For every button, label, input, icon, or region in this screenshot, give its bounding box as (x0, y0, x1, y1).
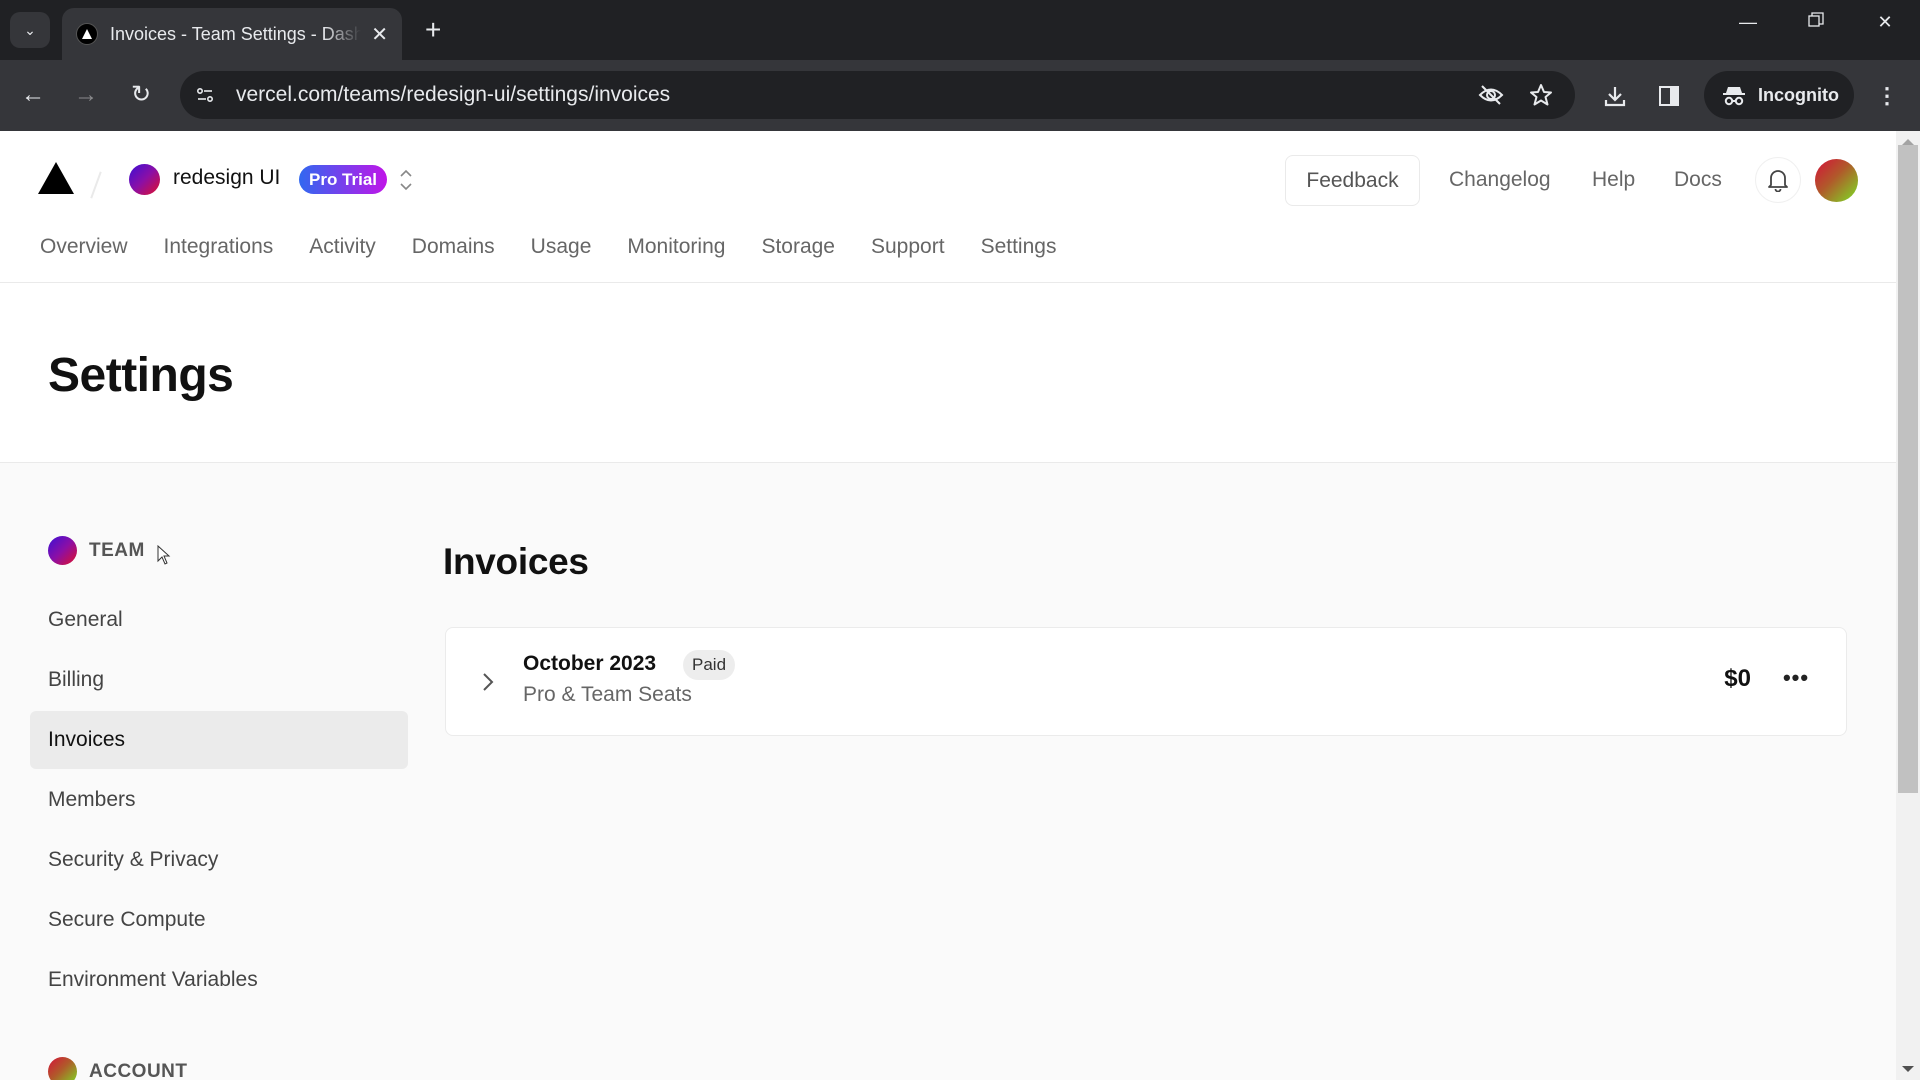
page-scrollbar[interactable] (1896, 131, 1920, 1080)
site-info-icon[interactable] (188, 78, 222, 112)
tab-integrations[interactable]: Integrations (164, 229, 274, 283)
page-title: Settings (48, 349, 234, 402)
tab-search-button[interactable]: ⌄ (10, 12, 50, 48)
tab-domains[interactable]: Domains (412, 229, 495, 283)
tab-support[interactable]: Support (871, 229, 945, 283)
sidebar-item-security-privacy[interactable]: Security & Privacy (30, 831, 408, 889)
more-options-icon[interactable]: ••• (1776, 658, 1816, 698)
title-band: Settings (0, 283, 1896, 463)
incognito-label: Incognito (1758, 84, 1839, 105)
tab-overview[interactable]: Overview (40, 229, 128, 283)
tab-settings[interactable]: Settings (981, 229, 1057, 283)
download-icon[interactable] (1598, 79, 1632, 113)
incognito-icon (1723, 87, 1745, 106)
browser-tab-strip: ⌄ Invoices - Team Settings - Dashboard ✕… (0, 0, 1920, 60)
restore-icon[interactable] (1796, 12, 1836, 33)
team-section-label: TEAM (89, 539, 145, 561)
invoice-row[interactable]: October 2023 Paid Pro & Team Seats $0 ••… (445, 627, 1847, 736)
chevron-right-icon[interactable] (478, 668, 498, 696)
team-avatar[interactable] (129, 164, 160, 195)
sidebar-item-billing[interactable]: Billing (30, 651, 408, 709)
sidebar-item-secure-compute[interactable]: Secure Compute (30, 891, 408, 949)
bookmark-star-icon[interactable] (1525, 79, 1557, 111)
feedback-button[interactable]: Feedback (1285, 155, 1420, 206)
tab-storage[interactable]: Storage (761, 229, 835, 283)
mouse-cursor-icon (157, 544, 171, 570)
account-section-header: ACCOUNT (48, 1057, 188, 1080)
plan-badge: Pro Trial (299, 165, 388, 194)
vercel-favicon-icon (76, 23, 98, 45)
scrollbar-thumb[interactable] (1898, 145, 1918, 793)
tab-monitoring[interactable]: Monitoring (627, 229, 725, 283)
scroll-down-icon[interactable] (1902, 1066, 1914, 1072)
side-panel-icon[interactable] (1652, 79, 1686, 113)
incognito-button[interactable]: Incognito (1704, 71, 1854, 119)
team-section-header: TEAM (48, 536, 145, 565)
tab-usage[interactable]: Usage (531, 229, 592, 283)
team-switcher-chevrons-icon[interactable] (397, 165, 415, 195)
window-close-icon[interactable]: ✕ (1865, 12, 1905, 33)
notifications-button[interactable] (1755, 157, 1801, 203)
team-section-avatar (48, 536, 77, 565)
new-tab-icon[interactable]: + (425, 14, 441, 46)
url-text[interactable]: vercel.com/teams/redesign-ui/settings/in… (236, 83, 1475, 107)
top-header: redesign UI Pro Trial Feedback Changelog… (0, 131, 1896, 283)
browser-menu-icon[interactable]: ⋮ (1870, 79, 1904, 113)
chevron-down-icon: ⌄ (24, 21, 36, 38)
sidebar-item-invoices[interactable]: Invoices (30, 711, 408, 769)
browser-tab-active[interactable]: Invoices - Team Settings - Dashboard ✕ (62, 8, 402, 60)
browser-toolbar: ← → ↻ vercel.com/teams/redesign-ui/setti… (0, 60, 1920, 131)
account-section-label: ACCOUNT (89, 1060, 188, 1080)
tab-title: Invoices - Team Settings - Dashboard (110, 23, 362, 44)
tab-close-icon[interactable]: ✕ (371, 22, 388, 47)
forward-icon[interactable]: → (68, 80, 104, 110)
team-name[interactable]: redesign UI (173, 166, 280, 190)
sidebar-item-members[interactable]: Members (30, 771, 408, 829)
page: redesign UI Pro Trial Feedback Changelog… (0, 131, 1896, 1080)
docs-link[interactable]: Docs (1674, 168, 1722, 192)
tab-activity[interactable]: Activity (309, 229, 376, 283)
changelog-link[interactable]: Changelog (1449, 168, 1551, 192)
vercel-logo-icon[interactable] (37, 161, 75, 200)
status-badge: Paid (683, 650, 736, 680)
breadcrumb-separator (90, 171, 102, 199)
eye-off-icon[interactable] (1475, 79, 1507, 111)
account-section-avatar (48, 1057, 77, 1080)
nav-tabs: Overview Integrations Activity Domains U… (0, 229, 1092, 283)
invoices-heading: Invoices (443, 541, 589, 582)
address-bar[interactable]: vercel.com/teams/redesign-ui/settings/in… (180, 71, 1575, 119)
back-icon[interactable]: ← (15, 80, 51, 110)
bell-icon (1768, 170, 1788, 192)
invoice-period: October 2023 (523, 652, 657, 675)
user-avatar[interactable] (1815, 159, 1858, 202)
sidebar-item-environment-variables[interactable]: Environment Variables (30, 951, 408, 1009)
reload-icon[interactable]: ↻ (123, 80, 159, 110)
sidebar-item-general[interactable]: General (30, 591, 408, 649)
invoice-description: Pro & Team Seats (523, 683, 692, 706)
invoice-amount: $0 (1724, 665, 1751, 692)
help-link[interactable]: Help (1592, 168, 1635, 192)
minimize-icon[interactable]: — (1728, 12, 1768, 33)
